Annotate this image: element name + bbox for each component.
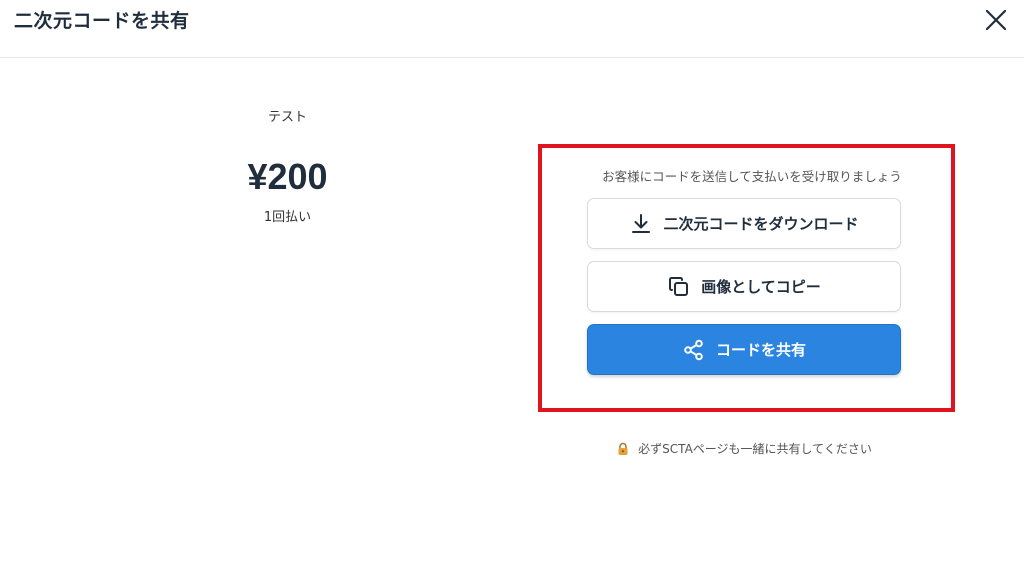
share-label: コードを共有 <box>715 341 806 359</box>
lock-icon <box>616 442 630 456</box>
copy-image-button[interactable]: 画像としてコピー <box>587 261 901 312</box>
product-name: テスト <box>267 110 307 125</box>
share-hint: お客様にコードを送信して支払いを受け取りましょう <box>602 169 902 184</box>
download-qr-button[interactable]: 二次元コードをダウンロード <box>587 198 901 249</box>
share-code-button[interactable]: コードを共有 <box>587 324 901 375</box>
share-icon <box>682 338 706 362</box>
download-icon <box>629 212 653 236</box>
download-label: 二次元コードをダウンロード <box>663 215 859 233</box>
copy-icon <box>667 275 691 299</box>
close-icon[interactable] <box>984 8 1008 32</box>
payment-frequency: 1回払い <box>263 210 312 225</box>
product-price: ¥200 <box>247 156 328 197</box>
notice-text: 必ずSCTAページも一緒に共有してください <box>638 442 872 456</box>
share-notice: 必ずSCTAページも一緒に共有してください <box>587 440 901 457</box>
dialog-header: 二次元コードを共有 <box>0 0 1024 58</box>
dialog-title: 二次元コードを共有 <box>14 10 190 32</box>
copy-label: 画像としてコピー <box>701 278 821 296</box>
